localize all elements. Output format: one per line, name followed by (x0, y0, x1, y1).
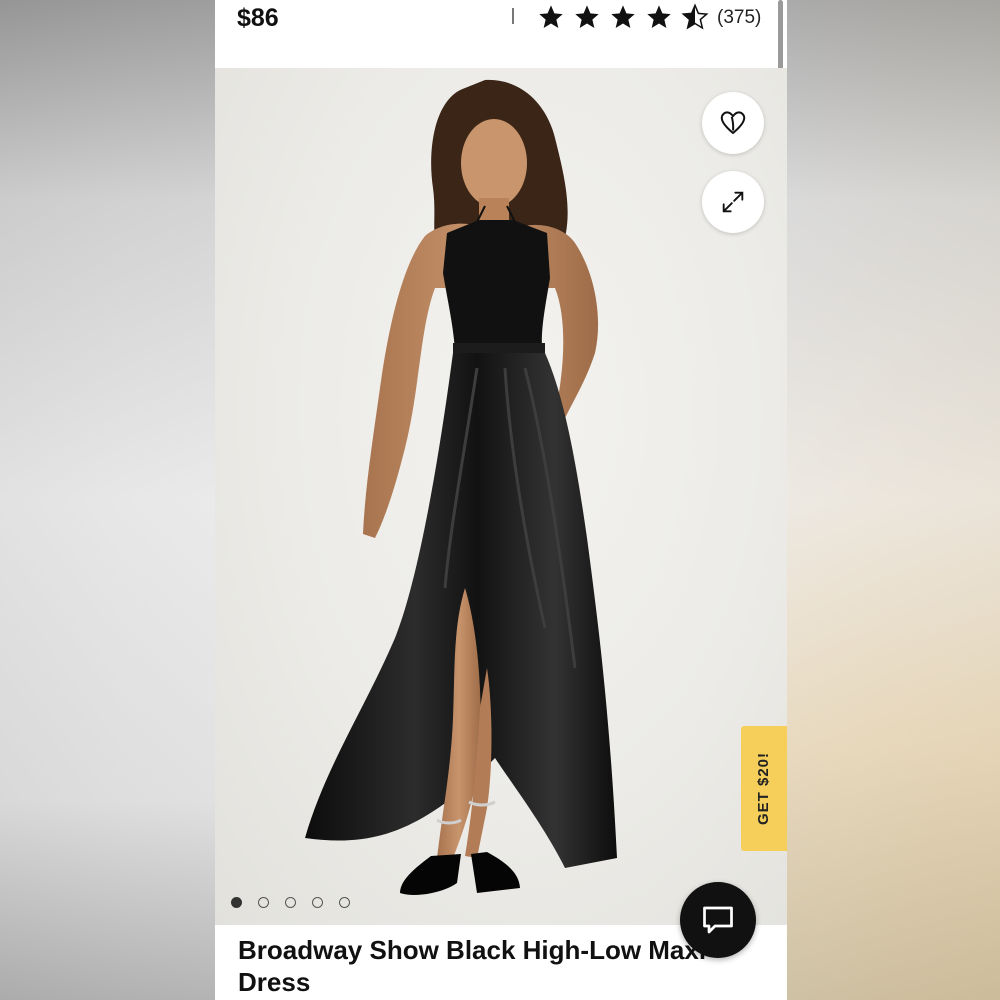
product-page: $86 (375) GET $20! Broadway Show Black H… (215, 0, 787, 1000)
heart-icon (720, 111, 746, 134)
gallery-dot[interactable] (312, 897, 323, 908)
zoom-button[interactable] (702, 171, 764, 233)
gallery-dot[interactable] (231, 897, 242, 908)
promo-tab[interactable]: GET $20! (741, 726, 787, 851)
divider (512, 8, 514, 24)
chat-icon (703, 906, 733, 934)
star-icon (647, 5, 671, 28)
gallery-dot[interactable] (285, 897, 296, 908)
star-rating[interactable] (537, 3, 709, 31)
promo-label: GET $20! (755, 751, 773, 826)
review-count[interactable]: (375) (717, 7, 761, 29)
chat-button[interactable] (680, 882, 756, 958)
product-image[interactable]: GET $20! (215, 68, 787, 925)
price-rating-bar: $86 (375) (215, 0, 787, 68)
star-icon (539, 5, 563, 28)
star-half-icon (681, 3, 709, 30)
wishlist-button[interactable] (702, 92, 764, 154)
background-right (787, 0, 1000, 1000)
gallery-dot[interactable] (339, 897, 350, 908)
star-icon (575, 5, 599, 28)
gallery-dots (231, 897, 350, 908)
product-price: $86 (237, 4, 279, 32)
expand-icon (722, 191, 744, 213)
product-title: Broadway Show Black High-Low Maxi Dress (238, 935, 707, 997)
background-left (0, 0, 215, 1000)
gallery-dot[interactable] (258, 897, 269, 908)
model-photo (305, 79, 617, 895)
star-icon (611, 5, 635, 28)
